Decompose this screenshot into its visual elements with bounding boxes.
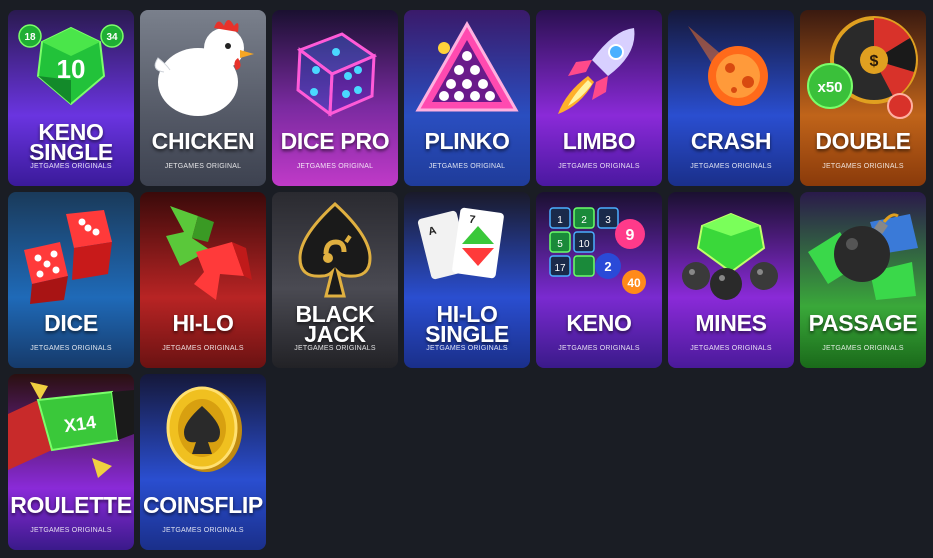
multiplier-label: x50 [817,79,842,96]
game-title: DOUBLE [815,128,911,154]
neon-dice-icon [296,32,378,117]
red-dice-icon [24,210,112,304]
plinko-triangle-icon [415,20,519,112]
game-subtitle: JETGAMES ORIGINALS [426,345,508,352]
game-title: MINES [695,310,767,336]
game-subtitle: JETGAMES ORIGINAL [296,163,374,170]
game-card-blackjack[interactable]: BLACK JACK JETGAMES ORIGINALS [272,192,398,368]
game-card-plinko[interactable]: PLINKO JETGAMES ORIGINAL [404,10,530,186]
game-subtitle: JETGAMES ORIGINALS [162,527,244,534]
keno-number: 17 [554,263,566,274]
game-card-mines[interactable]: MINES JETGAMES ORIGINALS [668,192,794,368]
keno-number: 3 [605,215,611,226]
game-subtitle: JETGAMES ORIGINALS [162,345,244,352]
keno-number: 10 [578,239,590,250]
game-card-coinsflip[interactable]: COINSFLIP JETGAMES ORIGINALS [140,374,266,550]
game-subtitle: JETGAMES ORIGINAL [428,163,506,170]
game-card-dice-pro[interactable]: DICE PRO JETGAMES ORIGINAL [272,10,398,186]
game-title: PLINKO [424,128,510,154]
game-subtitle: JETGAMES ORIGINALS [30,527,112,534]
game-title: COINSFLIP [143,492,263,518]
game-title: ROULETTE [10,492,132,518]
game-subtitle: JETGAMES ORIGINAL [164,163,242,170]
roulette-strip-icon: X14 [8,382,134,478]
game-title: PASSAGE [808,310,918,336]
keno-number: 2 [581,215,587,226]
game-title: KENO SINGLE [29,119,113,165]
game-subtitle: JETGAMES ORIGINALS [30,163,112,170]
cards-icon: A 7 [417,207,504,280]
game-subtitle: JETGAMES ORIGINALS [294,345,376,352]
game-card-passage[interactable]: PASSAGE JETGAMES ORIGINALS [800,192,926,368]
game-title: HI-LO [172,310,234,336]
game-card-hi-lo[interactable]: HI-LO JETGAMES ORIGINALS [140,192,266,368]
keno-number: 1 [557,215,563,226]
game-card-chicken[interactable]: CHICKEN JETGAMES ORIGINAL [140,10,266,186]
rocket-icon [558,28,635,114]
game-subtitle: JETGAMES ORIGINALS [30,345,112,352]
game-title: KENO [566,310,632,336]
game-subtitle: JETGAMES ORIGINALS [822,345,904,352]
gem-number: 34 [106,32,118,43]
game-subtitle: JETGAMES ORIGINALS [558,345,640,352]
game-title: CHICKEN [151,128,255,154]
game-card-keno[interactable]: 1 2 3 5 10 17 9 2 40 KENO JETGAMES ORIGI… [536,192,662,368]
chicken-icon [154,20,254,116]
game-card-limbo[interactable]: LIMBO JETGAMES ORIGINALS [536,10,662,186]
green-gem-icon: 18 10 34 [18,24,124,106]
game-subtitle: JETGAMES ORIGINALS [690,163,772,170]
game-card-roulette[interactable]: X14 ROULETTE JETGAMES ORIGINALS [8,374,134,550]
keno-ball: 2 [604,259,611,274]
gem-number: 18 [24,32,36,43]
wheel-icon: $ x50 [807,16,918,119]
game-card-double[interactable]: $ x50 DOUBLE JETGAMES ORIGINALS [800,10,926,186]
bomb-tiles-icon [808,213,918,300]
svg-text:$: $ [870,53,879,70]
game-subtitle: JETGAMES ORIGINALS [558,163,640,170]
spade-icon [298,201,372,298]
game-card-dice[interactable]: DICE JETGAMES ORIGINALS [8,192,134,368]
keno-number: 5 [557,239,563,250]
gem-number: 10 [57,54,86,84]
game-title: DICE [44,310,98,336]
gem-bombs-icon [682,212,778,300]
game-title: LIMBO [562,128,636,154]
keno-ball: 40 [627,276,641,290]
game-card-keno-single[interactable]: 18 10 34 KENO SINGLE JETGAMES ORIGINALS [8,10,134,186]
game-subtitle: JETGAMES ORIGINALS [822,163,904,170]
gold-coin-icon [166,386,242,472]
game-title: CRASH [690,128,772,154]
game-subtitle: JETGAMES ORIGINALS [690,345,772,352]
keno-ball: 9 [626,227,635,244]
keno-board-icon: 1 2 3 5 10 17 9 2 40 [549,207,646,294]
game-card-crash[interactable]: CRASH JETGAMES ORIGINALS [668,10,794,186]
game-card-hi-lo-single[interactable]: A 7 HI-LO SINGLE JETGAMES ORIGINALS [404,192,530,368]
game-title: DICE PRO [280,128,390,154]
game-title: BLACK JACK [295,301,375,347]
games-grid: 18 10 34 KENO SINGLE JETGAMES ORIGINALS … [8,10,926,550]
arrows-icon [166,206,252,300]
meteor-icon [688,26,768,106]
game-title: HI-LO SINGLE [425,301,509,347]
